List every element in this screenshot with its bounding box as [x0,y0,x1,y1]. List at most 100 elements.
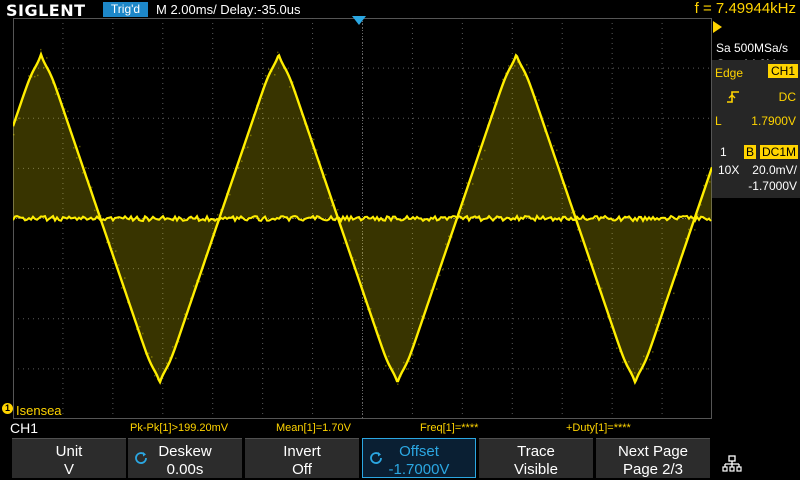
noise-dot [649,359,651,361]
noise-dot [55,93,57,95]
timebase-readout[interactable]: M 2.00ms/ Delay:-35.0us [156,2,301,17]
noise-dot [646,368,648,370]
noise-dot [481,158,483,160]
noise-dot [442,269,444,271]
noise-dot [622,362,624,364]
noise-dot [94,210,96,212]
noise-dot [265,75,267,77]
noise-dot [571,212,573,214]
noise-dot [19,118,21,120]
invert-button[interactable]: Invert Off [245,438,359,478]
noise-dot [484,150,486,152]
noise-dot [289,86,291,88]
offset-button[interactable]: Offset -1.7000V [362,438,476,478]
noise-dot [151,356,153,358]
noise-dot [538,99,540,101]
noise-dot [634,372,636,374]
noise-dot [493,102,495,104]
noise-dot [268,68,270,70]
noise-dot [526,64,528,66]
noise-dot [640,363,642,365]
softkey-value: V [12,461,126,478]
channel-settings-box[interactable]: 1 B DC1M 10X 20.0mV/ -1.7000V [712,142,800,198]
trigger-source-badge: CH1 [768,64,798,78]
noise-dot [508,65,510,67]
noise-dot [550,132,552,134]
noise-dot [34,76,36,78]
trigger-level: 1.7900V [751,114,796,128]
noise-dot [523,75,525,77]
noise-dot [568,186,570,188]
next-page-button[interactable]: Next Page Page 2/3 [596,438,710,478]
noise-dot [247,147,249,149]
noise-dot [172,346,174,348]
noise-dot [199,281,201,283]
noise-dot [595,283,597,285]
noise-dot [118,264,120,266]
trigger-type: Edge [715,66,743,80]
softkey-value: 0.00s [128,461,242,478]
noise-dot [43,67,45,69]
noise-dot [703,185,705,187]
softkey-label: Next Page [596,443,710,460]
deskew-button[interactable]: Deskew 0.00s [128,438,242,478]
noise-dot [652,351,654,353]
noise-dot [478,146,480,148]
trigger-status-badge: Trig'd [103,2,148,17]
trigger-settings-box[interactable]: Edge CH1 DC L 1.7900V [712,60,800,152]
noise-dot [328,197,330,199]
noise-dot [313,139,315,141]
top-status-bar: SIGLENT Trig'd M 2.00ms/ Delay:-35.0us f… [0,0,800,20]
noise-dot [586,260,588,262]
rising-edge-icon [726,90,740,107]
noise-dot [466,182,468,184]
channel-label: Isensea [16,403,62,418]
noise-dot [73,147,75,149]
noise-dot [559,162,561,164]
sample-rate: Sa 500MSa/s [716,40,788,57]
noise-dot [13,134,15,136]
measurement-duty: +Duty[1]=**** [566,422,631,434]
softkey-label: Unit [12,443,126,460]
softkey-value: Page 2/3 [596,461,710,478]
channel-ground-marker[interactable]: 1 [2,403,13,414]
noise-dot [175,358,177,360]
noise-dot [463,204,465,206]
bandwidth-limit-badge: B [744,145,756,159]
noise-dot [40,49,42,51]
measurement-pkpk: Pk-Pk[1]>199.20mV [130,422,228,434]
noise-dot [439,275,441,277]
noise-dot [187,318,189,320]
noise-dot [85,167,87,169]
noise-dot [706,175,708,177]
noise-dot [259,108,261,110]
noise-dot [334,200,336,202]
unit-button[interactable]: Unit V [12,438,126,478]
noise-dot [337,209,339,211]
probe-attenuation: 10X [718,163,739,177]
noise-dot [436,288,438,290]
trigger-position-marker[interactable] [352,16,366,25]
noise-dot [166,362,168,364]
noise-dot [556,150,558,152]
noise-dot [229,194,231,196]
menu-title: CH1 [10,420,38,436]
noise-dot [472,183,474,185]
noise-dot [202,274,204,276]
noise-dot [616,347,618,349]
waveform-display[interactable] [13,18,712,419]
noise-dot [238,167,240,169]
noise-dot [547,125,549,127]
noise-dot [406,368,408,370]
noise-dot [709,181,711,183]
trace-button[interactable]: Trace Visible [479,438,593,478]
noise-dot [37,75,39,77]
noise-dot [601,288,603,290]
noise-dot [217,214,219,216]
noise-dot [193,285,195,287]
noise-dot [514,65,516,67]
noise-dot [418,344,420,346]
noise-dot [658,330,660,332]
noise-dot [448,236,450,238]
noise-dot [124,277,126,279]
